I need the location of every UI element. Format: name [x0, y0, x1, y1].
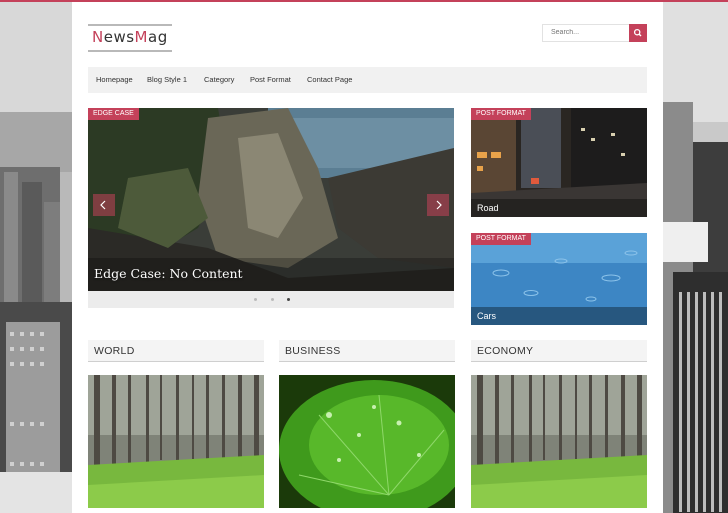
logo-initial-n: N: [92, 28, 104, 46]
chevron-left-icon: [100, 200, 106, 210]
nav-item-contact-page[interactable]: Contact Page: [307, 67, 352, 93]
search-input[interactable]: [542, 24, 632, 42]
featured-slider[interactable]: EDGE CASE Edge Case: No Content: [88, 108, 454, 308]
side-post-card-cars[interactable]: POST FORMAT Cars: [471, 233, 647, 325]
nav-item-category[interactable]: Category: [204, 67, 234, 93]
logo-initial-m: M: [134, 28, 148, 46]
slide-image: [88, 108, 454, 291]
nav-item-blog-style-1[interactable]: Blog Style 1: [147, 67, 187, 93]
slide-title[interactable]: Edge Case: No Content: [94, 266, 243, 281]
main-navigation: Homepage Blog Style 1 Category Post Form…: [88, 67, 647, 93]
slider-next-button[interactable]: [427, 194, 449, 216]
nav-item-homepage[interactable]: Homepage: [96, 67, 133, 93]
background-city-right: [663, 2, 728, 513]
slider-dot-3[interactable]: [287, 298, 290, 301]
side-post-badge-cars[interactable]: POST FORMAT: [471, 233, 531, 245]
forest-image: [471, 375, 647, 508]
chevron-right-icon: [436, 200, 442, 210]
leaf-with-droplets-image: [279, 375, 455, 508]
forest-image: [88, 375, 264, 508]
slide-category-badge[interactable]: EDGE CASE: [88, 108, 139, 120]
section-heading-economy[interactable]: ECONOMY: [471, 340, 647, 362]
side-post-card-road[interactable]: POST FORMAT Road: [471, 108, 647, 217]
logo-text-ag: ag: [148, 28, 168, 46]
section-image-economy[interactable]: [471, 375, 647, 508]
section-image-business[interactable]: [279, 375, 455, 508]
side-post-badge-road[interactable]: POST FORMAT: [471, 108, 531, 120]
search-icon: [633, 28, 642, 37]
logo-text-ews: ews: [103, 28, 135, 46]
nav-item-post-format[interactable]: Post Format: [250, 67, 291, 93]
side-post-title-cars[interactable]: Cars: [471, 307, 647, 325]
slider-dot-1[interactable]: [254, 298, 257, 301]
page-container: NewsMag Homepage Blog Style 1 Category P…: [72, 2, 663, 513]
search-button[interactable]: [629, 24, 647, 42]
slider-dot-2[interactable]: [271, 298, 274, 301]
section-image-world[interactable]: [88, 375, 264, 508]
slider-pagination: [88, 296, 454, 304]
slider-prev-button[interactable]: [93, 194, 115, 216]
side-post-title-road[interactable]: Road: [471, 199, 647, 217]
site-logo[interactable]: NewsMag: [88, 24, 172, 52]
section-heading-world[interactable]: WORLD: [88, 340, 264, 362]
background-city-left: [0, 2, 72, 513]
section-heading-business[interactable]: BUSINESS: [279, 340, 455, 362]
